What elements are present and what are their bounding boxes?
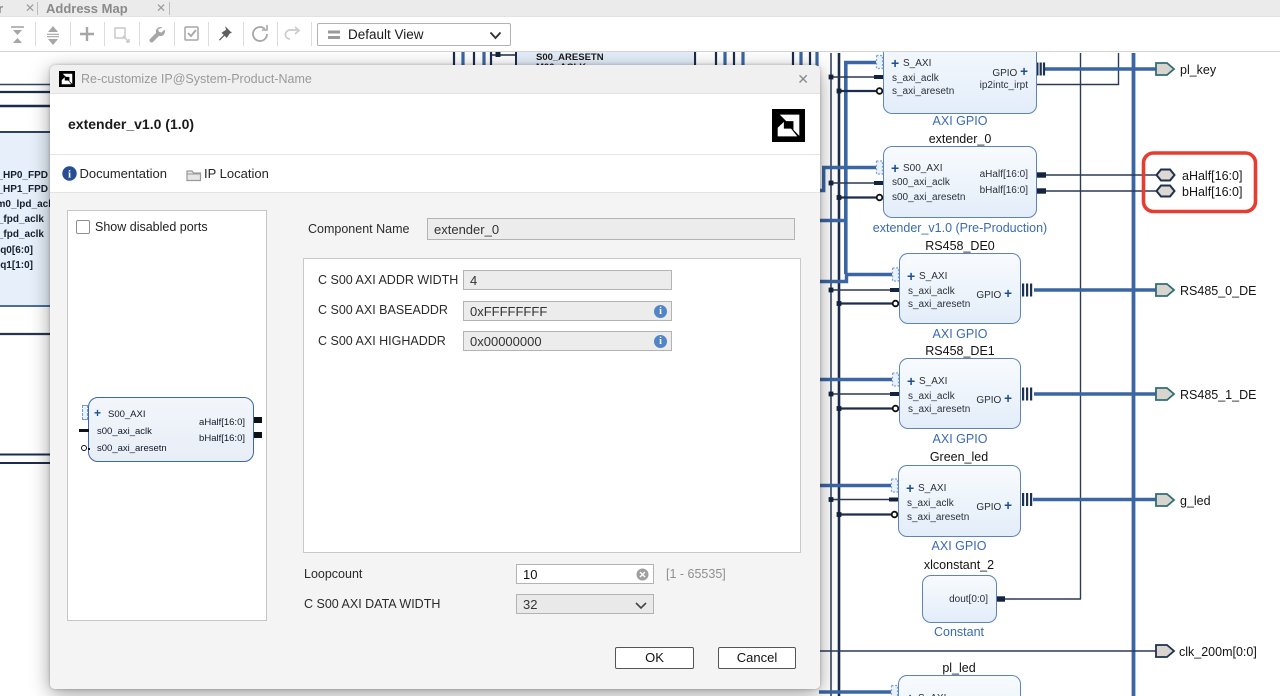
svg-text:i: i	[68, 169, 71, 181]
